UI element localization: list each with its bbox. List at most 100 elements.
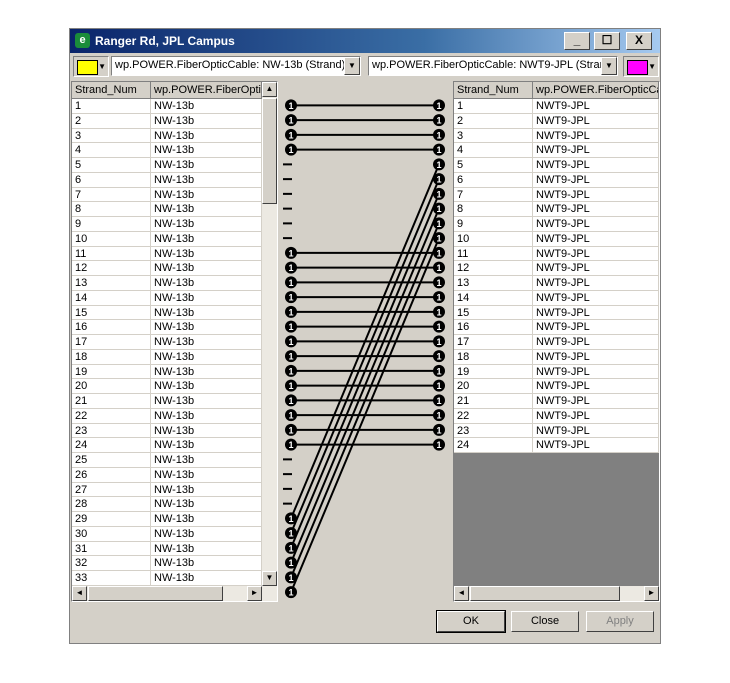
svg-text:1: 1 [288, 588, 293, 598]
left-strand-node[interactable]: 1 [285, 261, 297, 274]
cable-name-cell: NWT9-JPL [533, 379, 659, 394]
connection-dialog: e Ranger Rd, JPL Campus _ ☐ X ▼ wp.POWER… [69, 28, 661, 644]
left-strand-node[interactable]: 1 [285, 99, 297, 112]
strand-num-cell: 14 [454, 290, 533, 306]
cable-name-cell: NWT9-JPL [533, 349, 659, 365]
svg-text:1: 1 [288, 101, 293, 111]
right-strand-node[interactable]: 1 [433, 114, 445, 127]
left-strand-node[interactable]: 1 [285, 541, 297, 554]
svg-text:1: 1 [288, 337, 293, 347]
right-strand-node[interactable]: 1 [433, 173, 445, 186]
strand-num-cell: 21 [454, 394, 533, 409]
svg-text:1: 1 [436, 307, 441, 317]
left-strand-node[interactable]: 1 [285, 246, 297, 259]
svg-text:1: 1 [288, 411, 293, 421]
strand-num-cell: 7 [454, 187, 533, 203]
left-strand-node[interactable]: 1 [285, 320, 297, 333]
strand-num-cell: 6 [454, 172, 533, 188]
left-strand-node[interactable]: 1 [285, 409, 297, 422]
left-strand-node[interactable]: 1 [285, 291, 297, 304]
svg-text:1: 1 [436, 101, 441, 111]
left-strand-node[interactable]: 1 [285, 556, 297, 569]
right-strand-node[interactable]: 1 [433, 409, 445, 422]
left-strand-node[interactable]: 1 [285, 527, 297, 540]
cable-name-cell: NWT9-JPL [533, 305, 659, 321]
right-strand-node[interactable]: 1 [433, 291, 445, 304]
scroll-right-icon[interactable]: ► [644, 586, 659, 601]
apply-button[interactable]: Apply [586, 611, 654, 632]
svg-text:1: 1 [436, 145, 441, 155]
svg-text:1: 1 [288, 396, 293, 406]
right-strand-node[interactable]: 1 [433, 128, 445, 141]
right-strand-node[interactable]: 1 [433, 276, 445, 289]
left-strand-node[interactable]: 1 [285, 586, 297, 599]
svg-text:1: 1 [436, 352, 441, 362]
left-strand-node[interactable]: 1 [285, 571, 297, 584]
left-strand-node[interactable]: 1 [285, 276, 297, 289]
right-horizontal-scrollbar[interactable]: ◄ ► [454, 586, 659, 601]
cable-name-cell: NWT9-JPL [533, 423, 659, 439]
empty-table-area [454, 453, 659, 586]
cable-name-cell: NWT9-JPL [533, 335, 659, 350]
cable-name-cell: NWT9-JPL [533, 113, 659, 129]
cable-name-cell: NWT9-JPL [533, 99, 659, 114]
right-strand-node[interactable]: 1 [433, 379, 445, 392]
svg-text:1: 1 [436, 130, 441, 140]
svg-text:1: 1 [288, 116, 293, 126]
left-strand-node[interactable]: 1 [285, 394, 297, 407]
svg-text:1: 1 [436, 263, 441, 273]
close-button[interactable]: Close [511, 611, 579, 632]
left-strand-node[interactable]: 1 [285, 335, 297, 348]
cable-name-cell: NWT9-JPL [533, 290, 659, 306]
left-strand-node[interactable]: 1 [285, 364, 297, 377]
left-strand-node[interactable]: 1 [285, 305, 297, 318]
right-horizontal-scroll-thumb[interactable] [470, 586, 620, 601]
right-strand-node[interactable]: 1 [433, 438, 445, 451]
svg-text:1: 1 [436, 322, 441, 332]
right-strand-node[interactable]: 1 [433, 350, 445, 363]
svg-text:1: 1 [288, 352, 293, 362]
left-strand-node[interactable]: 1 [285, 438, 297, 451]
left-strand-node[interactable]: 1 [285, 128, 297, 141]
cable-name-cell: NWT9-JPL [533, 172, 659, 188]
svg-text:1: 1 [288, 425, 293, 435]
right-strand-node[interactable]: 1 [433, 423, 445, 436]
right-strand-node[interactable]: 1 [433, 246, 445, 259]
svg-text:1: 1 [436, 204, 441, 214]
right-strand-node[interactable]: 1 [433, 143, 445, 156]
svg-text:1: 1 [436, 293, 441, 303]
cable-name-cell: NWT9-JPL [533, 202, 659, 217]
left-strand-node[interactable]: 1 [285, 423, 297, 436]
left-strand-node[interactable]: 1 [285, 143, 297, 156]
strand-num-cell: 22 [454, 408, 533, 424]
svg-text:1: 1 [436, 411, 441, 421]
right-strand-node[interactable]: 1 [433, 335, 445, 348]
cable-name-cell: NWT9-JPL [533, 438, 659, 453]
right-strand-node[interactable]: 1 [433, 99, 445, 112]
cable-name-cell: NWT9-JPL [533, 261, 659, 276]
ok-button[interactable]: OK [436, 610, 506, 633]
right-strand-node[interactable]: 1 [433, 202, 445, 215]
right-strand-node[interactable]: 1 [433, 261, 445, 274]
left-strand-node[interactable]: 1 [285, 114, 297, 127]
strand-num-cell: 16 [454, 320, 533, 335]
strand-num-cell: 12 [454, 261, 533, 276]
right-header-strand-num[interactable]: Strand_Num [454, 82, 533, 99]
right-strand-node[interactable]: 1 [433, 232, 445, 245]
svg-text:1: 1 [436, 440, 441, 450]
left-strand-node[interactable]: 1 [285, 379, 297, 392]
cable-name-cell: NWT9-JPL [533, 320, 659, 335]
right-strand-node[interactable]: 1 [433, 187, 445, 200]
left-strand-node[interactable]: 1 [285, 512, 297, 525]
right-strand-node[interactable]: 1 [433, 364, 445, 377]
left-strand-node[interactable]: 1 [285, 350, 297, 363]
scroll-left-icon[interactable]: ◄ [454, 586, 469, 601]
right-strand-node[interactable]: 1 [433, 217, 445, 230]
svg-text:1: 1 [288, 514, 293, 524]
right-strand-node[interactable]: 1 [433, 305, 445, 318]
right-header-cable[interactable]: wp.POWER.FiberOpticCabl [533, 82, 659, 99]
svg-text:1: 1 [436, 234, 441, 244]
right-strand-node[interactable]: 1 [433, 394, 445, 407]
right-strand-node[interactable]: 1 [433, 320, 445, 333]
right-strand-node[interactable]: 1 [433, 158, 445, 171]
